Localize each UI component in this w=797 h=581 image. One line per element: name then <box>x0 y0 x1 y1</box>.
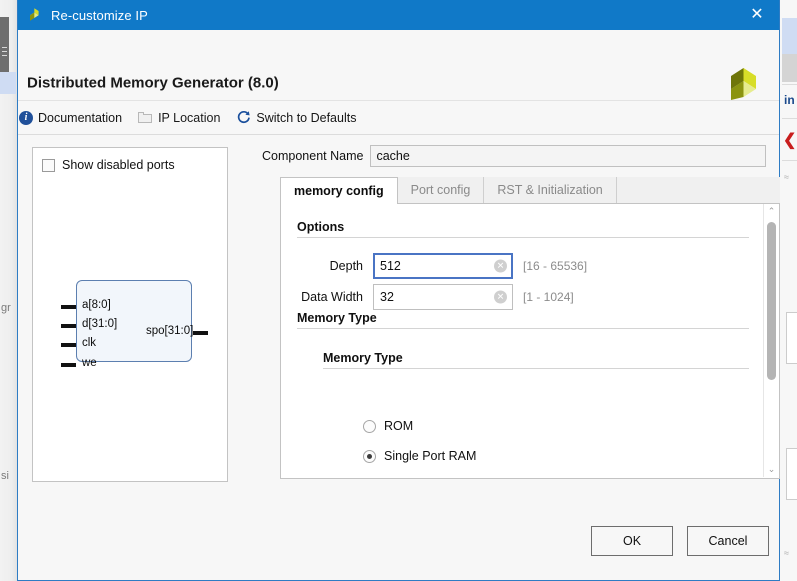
tabstrip-filler <box>616 177 780 203</box>
bg-right-separator-1 <box>782 84 797 85</box>
tab-memory-config[interactable]: memory config <box>280 177 398 204</box>
pin-stub-clk <box>61 343 76 347</box>
folder-icon <box>138 111 153 124</box>
documentation-button[interactable]: i Documentation <box>19 110 128 125</box>
bg-right-text: in <box>784 93 795 107</box>
options-section-header: Options <box>297 220 749 238</box>
radio-row-rom[interactable]: ROM <box>363 416 413 436</box>
bg-right-box-2 <box>786 448 797 500</box>
scroll-down-icon[interactable]: ⌄ <box>764 462 779 477</box>
bg-right-scroll-icon-2: ≈ <box>784 548 789 558</box>
bg-right-box-1 <box>786 312 797 364</box>
dialog-title: Re-customize IP <box>51 7 148 23</box>
data-width-label: Data Width <box>301 290 363 304</box>
bg-right-collapse-icon: ❮ <box>783 132 797 149</box>
dialog-header: Distributed Memory Generator (8.0) <box>18 30 779 101</box>
bg-right-gray-block <box>782 54 797 82</box>
cancel-button[interactable]: Cancel <box>687 526 769 556</box>
memory-type-group-rule <box>323 368 749 369</box>
bg-right-scroll-icon-1: ≈ <box>784 172 789 182</box>
port-label-a: a[8:0] <box>82 299 111 311</box>
dialog-body: Show disabled ports a[8:0] d[31:0] clk w… <box>18 135 780 540</box>
bg-left-text-2: si <box>1 470 9 482</box>
memory-type-group-header: Memory Type <box>323 351 749 369</box>
dialog-footer: OK Cancel <box>18 506 779 580</box>
ok-button[interactable]: OK <box>591 526 673 556</box>
scroll-thumb[interactable] <box>767 222 776 380</box>
pin-stub-spo <box>193 331 208 335</box>
component-name-input[interactable] <box>370 145 766 167</box>
show-disabled-ports-label: Show disabled ports <box>62 158 175 172</box>
ip-config-form: Component Name memory config Port config… <box>262 141 780 481</box>
port-label-clk: clk <box>82 337 97 349</box>
refresh-icon <box>236 110 251 125</box>
memory-type-group-title: Memory Type <box>323 351 403 365</box>
page-title: Distributed Memory Generator (8.0) <box>27 74 279 92</box>
documentation-label: Documentation <box>38 110 123 125</box>
bg-left-text-1: gr <box>1 302 11 314</box>
data-width-range-hint: [1 - 1024] <box>523 290 574 304</box>
depth-field-row: Depth ✕ [16 - 65536] <box>297 253 587 279</box>
port-label-we: we <box>82 357 97 369</box>
show-disabled-ports-checkbox[interactable] <box>42 158 55 172</box>
data-width-input-wrap: ✕ <box>373 284 513 310</box>
single-port-ram-label: Single Port RAM <box>384 449 477 463</box>
radio-row-single-port-ram[interactable]: Single Port RAM <box>363 446 476 466</box>
pin-stub-we <box>61 363 76 367</box>
component-name-label: Component Name <box>262 149 364 163</box>
depth-input[interactable] <box>373 253 513 279</box>
ip-symbol-panel: Show disabled ports a[8:0] d[31:0] clk w… <box>32 147 228 482</box>
dialog-titlebar: Re-customize IP ✕ <box>18 0 779 30</box>
single-port-ram-radio[interactable] <box>363 449 376 463</box>
data-width-input[interactable] <box>373 284 513 310</box>
data-width-field-row: Data Width ✕ [1 - 1024] <box>297 284 574 310</box>
config-tabs: memory config Port config RST & Initiali… <box>280 177 780 479</box>
switch-to-defaults-label: Switch to Defaults <box>256 110 357 125</box>
depth-label: Depth <box>329 259 363 273</box>
memory-type-section-header: Memory Type <box>297 311 749 329</box>
switch-to-defaults-button[interactable]: Switch to Defaults <box>236 110 362 125</box>
component-name-row: Component Name <box>262 145 766 167</box>
bg-right-separator-3 <box>782 160 797 161</box>
depth-range-hint: [16 - 65536] <box>523 259 588 273</box>
tab-port-config[interactable]: Port config <box>397 177 485 203</box>
ip-location-label: IP Location <box>158 110 221 125</box>
options-section-rule <box>297 237 749 238</box>
rom-radio[interactable] <box>363 419 376 433</box>
close-icon[interactable]: ✕ <box>735 0 779 30</box>
dialog-toolbar: i Documentation IP Location Switch to De… <box>18 101 779 135</box>
depth-input-wrap: ✕ <box>373 253 513 279</box>
scroll-up-icon[interactable]: ⌃ <box>764 204 779 219</box>
tabpanel-memory-config: Options Depth ✕ [16 - 65536] <box>280 204 780 479</box>
bg-right-selected-row <box>782 18 797 54</box>
show-disabled-ports-row[interactable]: Show disabled ports <box>42 158 175 172</box>
tab-rst-initialization[interactable]: RST & Initialization <box>484 177 617 203</box>
tabstrip: memory config Port config RST & Initiali… <box>280 177 780 204</box>
xilinx-pinwheel-logo-icon <box>725 66 763 102</box>
depth-clear-icon[interactable]: ✕ <box>494 259 507 273</box>
tabpanel-scrollbar[interactable]: ⌃ ⌄ <box>763 204 779 477</box>
options-section-title: Options <box>297 220 345 234</box>
bg-left-toolbar-block <box>0 17 9 72</box>
memory-type-section-rule <box>297 328 749 329</box>
rom-label: ROM <box>384 419 414 433</box>
bg-left-menu-lines-icon <box>2 47 7 48</box>
bg-right-separator-2 <box>782 118 797 119</box>
info-icon: i <box>19 110 33 125</box>
port-label-d: d[31:0] <box>82 318 118 330</box>
memory-type-section-title: Memory Type <box>297 311 377 325</box>
bg-left-selected-row <box>0 72 16 94</box>
port-label-spo: spo[31:0] <box>146 325 194 337</box>
pin-stub-a <box>61 305 76 309</box>
ip-location-button[interactable]: IP Location <box>138 111 226 125</box>
xilinx-logo-icon <box>27 7 43 23</box>
pin-stub-d <box>61 324 76 328</box>
data-width-clear-icon[interactable]: ✕ <box>494 290 507 304</box>
recustomize-ip-dialog: Re-customize IP ✕ Distributed Memory Gen… <box>17 0 780 581</box>
